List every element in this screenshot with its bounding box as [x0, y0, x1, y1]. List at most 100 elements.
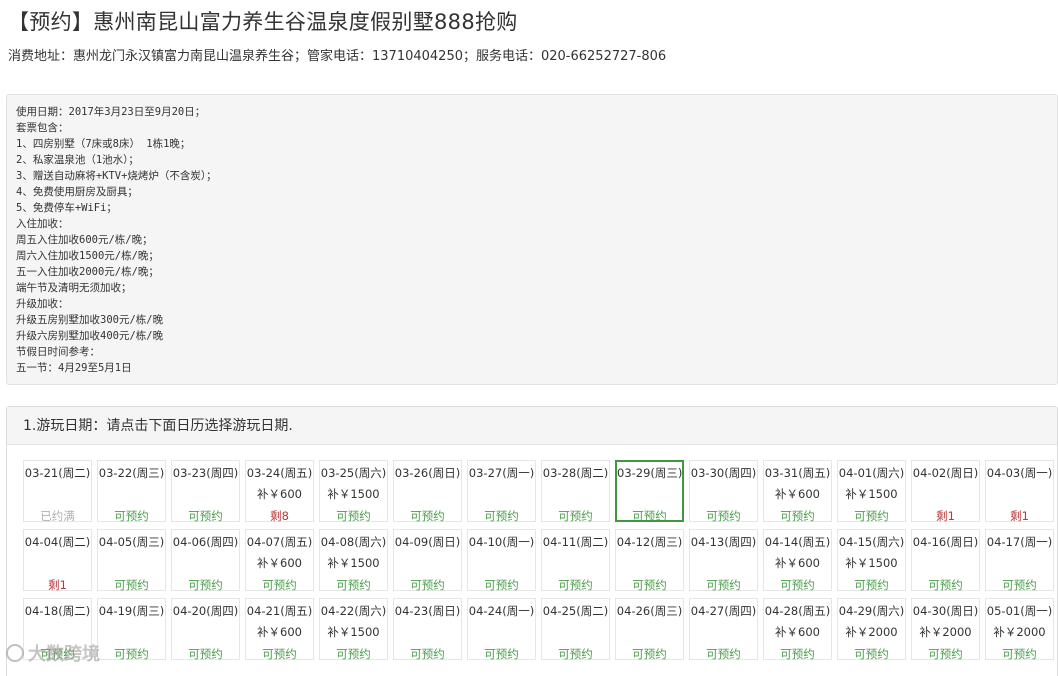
day-date: 04-29(周六): [838, 604, 905, 618]
day-date: 04-18(周二): [24, 604, 91, 618]
calendar-day-cell[interactable]: 04-29(周六) 补￥2000 可预约: [837, 598, 906, 661]
package-detail-line: 升级五房别墅加收300元/栋/晚: [16, 314, 164, 326]
day-status: 可预约: [484, 647, 519, 661]
day-surcharge: 补￥1500: [327, 625, 380, 639]
calendar-day-cell[interactable]: 04-16(周日) 可预约: [911, 529, 980, 592]
calendar-day-cell[interactable]: 04-17(周一) 可预约: [985, 529, 1054, 592]
calendar-day-cell[interactable]: 03-29(周三) 可预约: [615, 460, 684, 523]
calendar-day-cell[interactable]: 04-21(周五) 补￥600 可预约: [245, 598, 314, 661]
day-date: 03-22(周三): [98, 466, 165, 480]
day-status: 可预约: [114, 578, 149, 592]
calendar-day-cell[interactable]: 04-15(周六) 补￥1500 可预约: [837, 529, 906, 592]
day-date: 03-30(周四): [690, 466, 757, 480]
day-date: 04-13(周四): [690, 535, 757, 549]
calendar-day-cell[interactable]: 04-12(周三) 可预约: [615, 529, 684, 592]
day-date: 03-26(周日): [394, 466, 461, 480]
calendar-day-cell[interactable]: 05-01(周一) 补￥2000 可预约: [985, 598, 1054, 661]
calendar-day-cell[interactable]: 04-05(周三) 可预约: [97, 529, 166, 592]
day-status: 可预约: [928, 647, 963, 661]
day-surcharge: 补￥1500: [327, 556, 380, 570]
calendar-day-cell[interactable]: 03-21(周二) 已约满: [23, 460, 92, 523]
calendar-day-cell[interactable]: 04-01(周六) 补￥1500 可预约: [837, 460, 906, 523]
calendar-day-cell[interactable]: 04-25(周二) 可预约: [541, 598, 610, 661]
day-date: 04-27(周四): [690, 604, 757, 618]
calendar-day-cell[interactable]: 04-24(周一) 可预约: [467, 598, 536, 661]
contact-info: 消费地址：惠州龙门永汉镇富力南昆山温泉养生谷；管家电话：13710404250；…: [8, 49, 667, 64]
day-status: 可预约: [188, 647, 223, 661]
day-status: 可预约: [928, 578, 963, 592]
calendar-day-cell[interactable]: 03-27(周一) 可预约: [467, 460, 536, 523]
day-surcharge: 补￥600: [257, 625, 302, 639]
calendar-day-cell[interactable]: 04-23(周日) 可预约: [393, 598, 462, 661]
calendar-day-cell[interactable]: 03-30(周四) 可预约: [689, 460, 758, 523]
day-date: 04-20(周四): [172, 604, 239, 618]
calendar-day-cell[interactable]: 04-20(周四) 可预约: [171, 598, 240, 661]
day-date: 03-28(周二): [542, 466, 609, 480]
calendar-day-cell[interactable]: 04-27(周四) 可预约: [689, 598, 758, 661]
calendar-day-cell[interactable]: 04-08(周六) 补￥1500 可预约: [319, 529, 388, 592]
package-detail-line: 五一节：4月29至5月1日: [16, 362, 132, 374]
calendar-day-cell[interactable]: 04-02(周日) 剩1: [911, 460, 980, 523]
calendar-day-cell[interactable]: 04-07(周五) 补￥600 可预约: [245, 529, 314, 592]
day-status: 剩1: [936, 509, 955, 523]
day-surcharge: 补￥1500: [845, 556, 898, 570]
calendar-day-cell[interactable]: 04-19(周三) 可预约: [97, 598, 166, 661]
calendar-day-cell[interactable]: 03-23(周四) 可预约: [171, 460, 240, 523]
calendar-day-cell[interactable]: 04-03(周一) 剩1: [985, 460, 1054, 523]
day-status: 可预约: [558, 509, 593, 523]
calendar-day-cell[interactable]: 03-24(周五) 补￥600 剩8: [245, 460, 314, 523]
day-date: 04-14(周五): [764, 535, 831, 549]
watermark: 大数跨境: [6, 640, 100, 666]
calendar-day-cell[interactable]: 04-22(周六) 补￥1500 可预约: [319, 598, 388, 661]
day-status: 剩1: [1010, 509, 1029, 523]
day-date: 04-10(周一): [468, 535, 535, 549]
day-status: 可预约: [706, 647, 741, 661]
day-date: 03-31(周五): [764, 466, 831, 480]
day-status: 可预约: [410, 509, 445, 523]
day-date: 03-23(周四): [172, 466, 239, 480]
day-date: 04-15(周六): [838, 535, 905, 549]
day-date: 04-28(周五): [764, 604, 831, 618]
calendar-day-cell[interactable]: 03-31(周五) 补￥600 可预约: [763, 460, 832, 523]
day-surcharge: 补￥600: [257, 487, 302, 501]
calendar-day-cell[interactable]: 04-04(周二) 剩1: [23, 529, 92, 592]
day-status: 可预约: [1002, 578, 1037, 592]
calendar-day-cell[interactable]: 03-28(周二) 可预约: [541, 460, 610, 523]
page-title: 【预约】惠州南昆山富力养生谷温泉度假别墅888抢购: [8, 10, 518, 34]
day-status: 可预约: [262, 647, 297, 661]
day-surcharge: 补￥2000: [993, 625, 1046, 639]
calendar-day-cell[interactable]: 04-10(周一) 可预约: [467, 529, 536, 592]
calendar-day-cell[interactable]: 04-06(周四) 可预约: [171, 529, 240, 592]
day-surcharge: 补￥600: [257, 556, 302, 570]
calendar-day-cell[interactable]: 03-26(周日) 可预约: [393, 460, 462, 523]
calendar-day-cell[interactable]: 04-28(周五) 补￥600 可预约: [763, 598, 832, 661]
day-date: 04-23(周日): [394, 604, 461, 618]
day-date: 04-21(周五): [246, 604, 313, 618]
day-date: 04-04(周二): [24, 535, 91, 549]
calendar-day-cell[interactable]: 04-13(周四) 可预约: [689, 529, 758, 592]
calendar-day-cell[interactable]: 04-14(周五) 补￥600 可预约: [763, 529, 832, 592]
day-status: 可预约: [780, 647, 815, 661]
day-date: 05-01(周一): [986, 604, 1053, 618]
calendar-day-cell[interactable]: 04-30(周日) 补￥2000 可预约: [911, 598, 980, 661]
day-status: 可预约: [706, 578, 741, 592]
day-date: 04-03(周一): [986, 466, 1053, 480]
day-status: 可预约: [632, 647, 667, 661]
day-status: 可预约: [632, 578, 667, 592]
day-date: 04-11(周二): [542, 535, 609, 549]
calendar-day-cell[interactable]: 04-26(周三) 可预约: [615, 598, 684, 661]
day-status: 可预约: [410, 578, 445, 592]
day-status: 可预约: [188, 578, 223, 592]
day-date: 03-27(周一): [468, 466, 535, 480]
day-status: 可预约: [336, 509, 371, 523]
calendar-day-cell[interactable]: 03-25(周六) 补￥1500 可预约: [319, 460, 388, 523]
day-status: 可预约: [484, 509, 519, 523]
day-status: 剩1: [48, 578, 67, 592]
day-status: 可预约: [558, 647, 593, 661]
day-status: 可预约: [114, 509, 149, 523]
package-detail-line: 升级加收：: [16, 298, 69, 310]
calendar-day-cell[interactable]: 03-22(周三) 可预约: [97, 460, 166, 523]
calendar-day-cell[interactable]: 04-09(周日) 可预约: [393, 529, 462, 592]
calendar-day-cell[interactable]: 04-11(周二) 可预约: [541, 529, 610, 592]
package-detail-line: 端午节及清明无须加收；: [16, 282, 132, 294]
